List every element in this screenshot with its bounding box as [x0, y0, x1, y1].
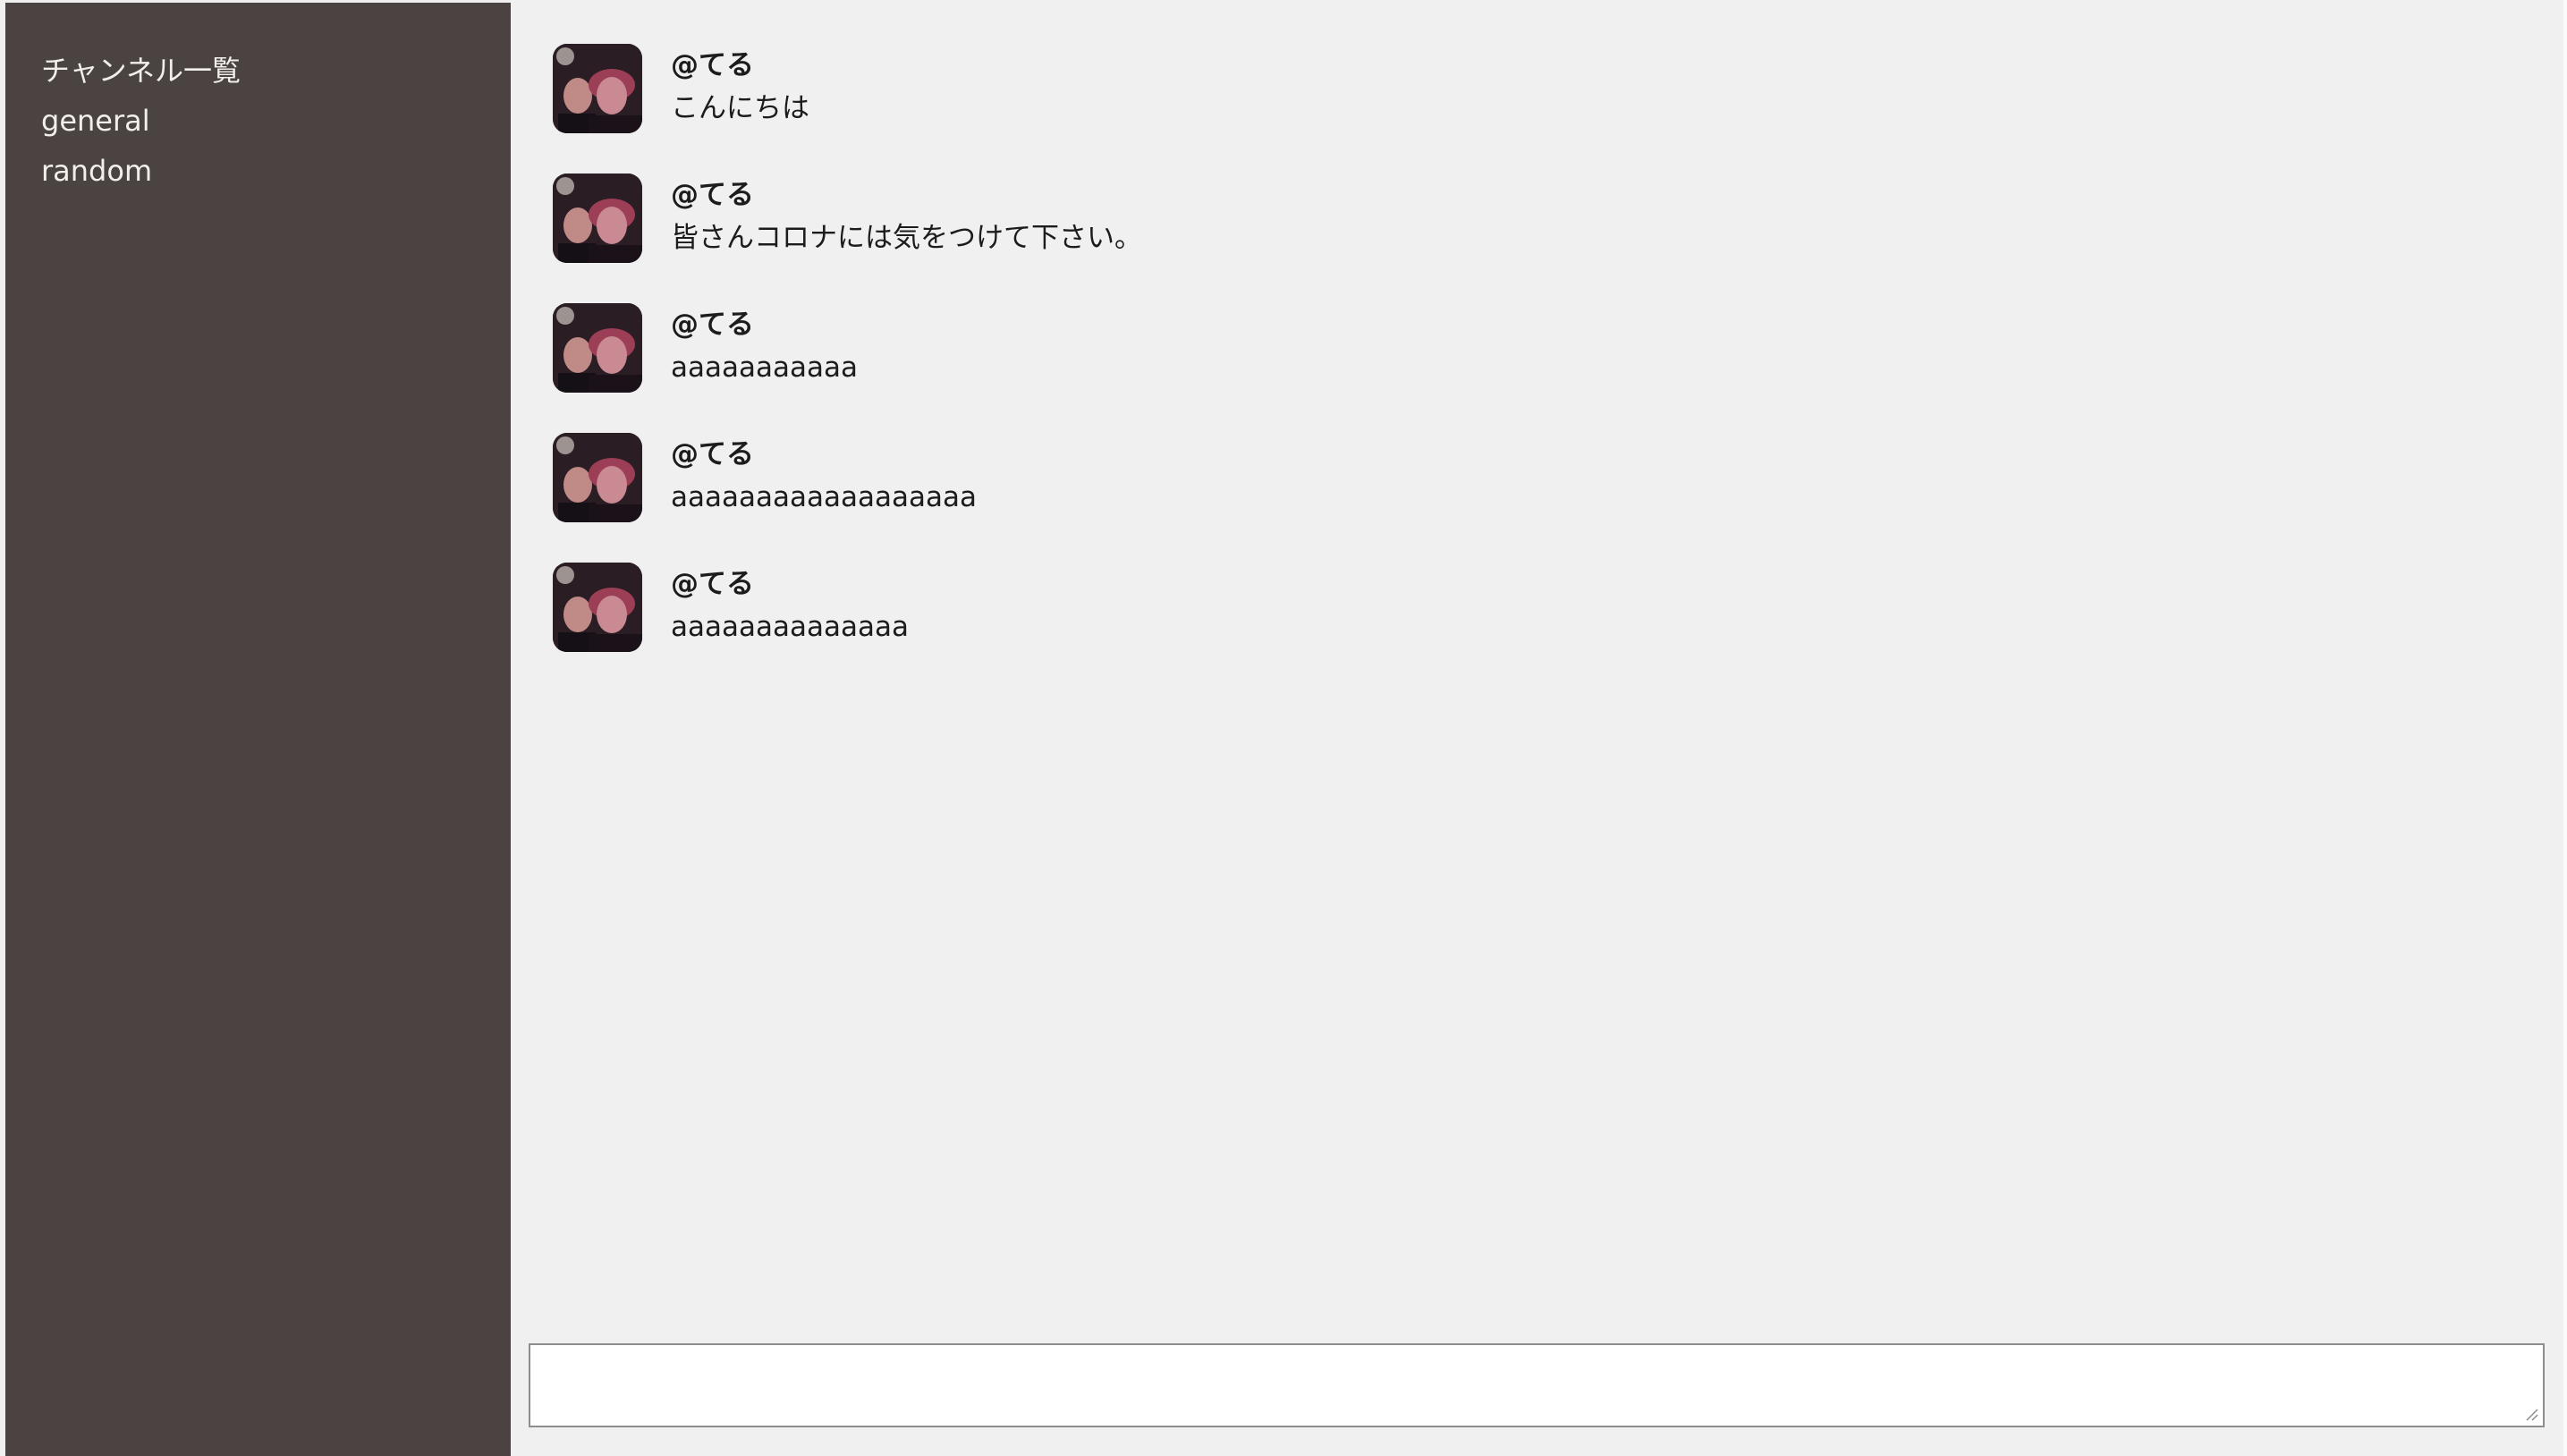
channel-list-heading: チャンネル一覧: [41, 54, 241, 88]
message-username: @てる: [671, 179, 754, 211]
resize-grip-icon[interactable]: [2525, 1408, 2539, 1422]
message-text: aaaaaaaaaaaaaaaaaa: [671, 481, 977, 513]
user-avatar: [553, 563, 642, 652]
channel-sidebar: チャンネル一覧 general random: [5, 3, 511, 1456]
message-item: @てる 皆さんコロナには気をつけて下さい。: [553, 174, 2520, 303]
message-pane: @てる こんにちは @てる 皆さんコロナには気をつけて下さい。 @てる aaaa…: [511, 0, 2567, 1456]
message-item: @てる aaaaaaaaaaa: [553, 303, 2520, 433]
user-avatar: [553, 174, 642, 263]
message-body: @てる 皆さんコロナには気をつけて下さい。: [671, 174, 1142, 259]
user-avatar: [553, 303, 642, 393]
user-avatar: [553, 433, 642, 522]
message-body: @てる こんにちは: [671, 44, 809, 130]
message-username: @てる: [671, 438, 754, 470]
message-text: 皆さんコロナには気をつけて下さい。: [671, 222, 1142, 254]
message-text: aaaaaaaaaaaaaa: [671, 611, 909, 643]
message-body: @てる aaaaaaaaaaa: [671, 303, 858, 389]
message-username: @てる: [671, 568, 754, 600]
channel-item-random[interactable]: random: [5, 146, 511, 196]
message-text: aaaaaaaaaaa: [671, 351, 858, 384]
message-input[interactable]: [530, 1345, 2543, 1426]
message-list: @てる こんにちは @てる 皆さんコロナには気をつけて下さい。 @てる aaaa…: [553, 44, 2520, 692]
message-username: @てる: [671, 49, 754, 81]
message-item: @てる こんにちは: [553, 44, 2520, 174]
message-username: @てる: [671, 309, 754, 341]
message-body: @てる aaaaaaaaaaaaaaaaaa: [671, 433, 977, 519]
message-item: @てる aaaaaaaaaaaaaa: [553, 563, 2520, 692]
channel-item-general[interactable]: general: [5, 96, 511, 146]
message-body: @てる aaaaaaaaaaaaaa: [671, 563, 909, 648]
message-composer: [529, 1343, 2545, 1427]
user-avatar: [553, 44, 642, 133]
chat-app: チャンネル一覧 general random @てる こんにちは @てる 皆さん…: [0, 0, 2567, 1456]
message-text: こんにちは: [671, 92, 809, 124]
message-item: @てる aaaaaaaaaaaaaaaaaa: [553, 433, 2520, 563]
